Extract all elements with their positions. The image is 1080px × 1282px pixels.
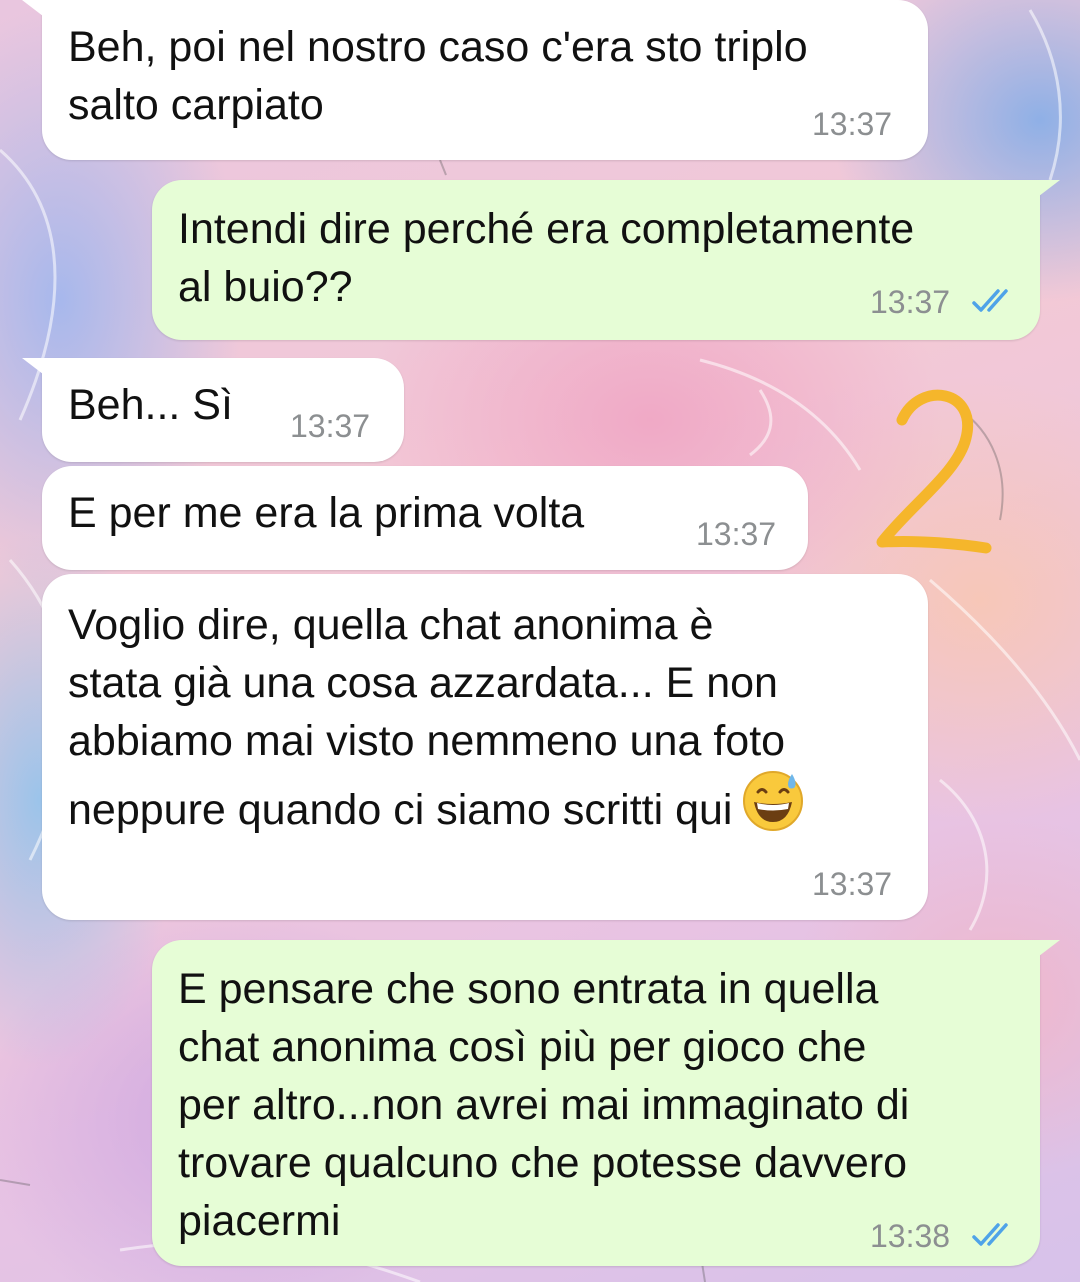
message-bubble-outgoing[interactable]: Intendi dire perché era completamente al… <box>152 180 1060 340</box>
message-timestamp: 13:37 <box>812 106 893 142</box>
message-text: Beh... Sì <box>68 381 233 429</box>
message-timestamp: 13:37 <box>870 284 951 320</box>
message-bubble-incoming[interactable]: Beh... Sì 13:37 <box>22 358 404 462</box>
message-timestamp: 13:38 <box>870 1218 951 1254</box>
grinning-face-with-sweat-emoji <box>743 771 804 831</box>
message-bubble-outgoing[interactable]: E pensare che sono entrata in quella cha… <box>152 940 1060 1266</box>
bubble-tail <box>22 0 56 26</box>
message-text: E per me era la prima volta <box>68 489 585 537</box>
message-bubble-incoming[interactable]: Beh, poi nel nostro caso c'era sto tripl… <box>22 0 928 160</box>
message-timestamp: 13:37 <box>812 866 893 902</box>
message-timestamp: 13:37 <box>696 516 777 552</box>
bubble-tail <box>1026 180 1060 206</box>
message-bubble-incoming[interactable]: Voglio dire, quella chat anonima è stata… <box>42 574 928 920</box>
message-text: Beh, poi nel nostro caso c'era sto tripl… <box>68 23 808 129</box>
message-timestamp: 13:37 <box>290 408 371 444</box>
double-check-read-icon <box>972 1223 1008 1246</box>
bubble-tail <box>22 358 56 384</box>
handwritten-number-annotation <box>876 389 992 554</box>
message-text: Voglio dire, quella chat anonima è stata… <box>68 596 804 839</box>
message-text: Intendi dire perché era completamente al… <box>178 205 915 311</box>
message-bubble-incoming[interactable]: E per me era la prima volta 13:37 <box>42 466 808 570</box>
message-text-content: Voglio dire, quella chat anonima è stata… <box>68 601 786 834</box>
bubble-tail <box>1026 940 1060 966</box>
double-check-read-icon <box>972 289 1008 312</box>
message-text: E pensare che sono entrata in quella cha… <box>178 965 910 1245</box>
